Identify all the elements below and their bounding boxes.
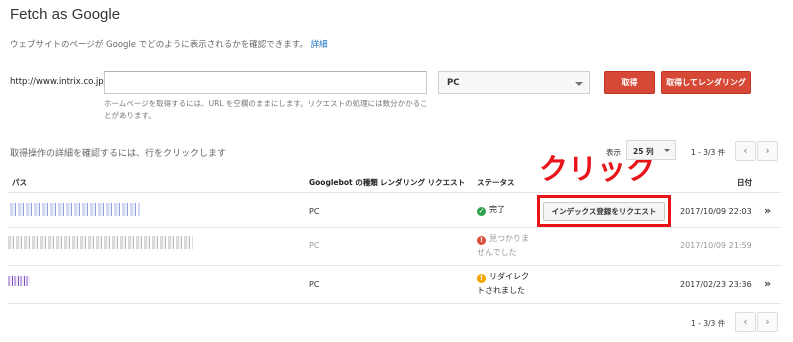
chevron-right-icon: ›	[765, 144, 770, 157]
page-size-select[interactable]: 25 列	[626, 140, 676, 160]
column-header-path: パス	[12, 178, 27, 187]
next-page-button[interactable]: ›	[757, 312, 778, 332]
device-select-value: PC	[447, 78, 460, 88]
prev-page-button[interactable]: ‹	[735, 312, 756, 332]
next-page-button[interactable]: ›	[757, 141, 778, 161]
row-googlebot-type: PC	[309, 207, 320, 216]
header-divider	[8, 192, 781, 193]
chevron-down-icon	[575, 82, 583, 86]
row-divider	[8, 265, 781, 266]
prev-page-button[interactable]: ‹	[735, 141, 756, 161]
check-circle-icon: ✓	[477, 207, 486, 216]
row-status: ✓ 完了	[477, 203, 505, 217]
details-link[interactable]: 詳細	[311, 40, 328, 50]
row-status-text-line1: リダイレク	[489, 272, 529, 281]
show-label: 表示	[606, 148, 621, 157]
row-status-text: 完了	[489, 205, 505, 214]
row-date: 2017/02/23 23:36	[680, 280, 752, 289]
fetch-and-render-button[interactable]: 取得してレンダリング	[661, 71, 751, 94]
chevron-right-icon: ›	[765, 315, 770, 328]
error-circle-icon: !	[477, 236, 486, 245]
url-hint: ホームページを取得するには、URL を空欄のままにします。リクエストの処理には数…	[104, 99, 428, 120]
chevron-left-icon: ‹	[743, 144, 748, 157]
chevron-left-icon: ‹	[743, 315, 748, 328]
blurred-path	[8, 276, 30, 286]
description-text: ウェブサイトのページが Google でどのように表示されるかを確認できます。	[10, 40, 308, 50]
page-title: Fetch as Google	[10, 6, 121, 23]
column-header-rendering: レンダリング リクエスト	[380, 178, 466, 187]
device-select[interactable]: PC	[438, 71, 590, 94]
blurred-path	[8, 236, 193, 249]
row-googlebot-type: PC	[309, 241, 320, 250]
page-size-value: 25 列	[633, 147, 654, 156]
history-hint: 取得操作の詳細を確認するには、行をクリックします	[10, 149, 227, 159]
warning-circle-icon: !	[477, 274, 486, 283]
row-date: 2017/10/09 22:03	[680, 207, 752, 216]
blurred-path	[10, 203, 140, 216]
row-divider	[8, 227, 781, 228]
page-description: ウェブサイトのページが Google でどのように表示されるかを確認できます。 …	[10, 38, 328, 50]
row-status-text-line2: せんでした	[477, 248, 517, 257]
column-header-status: ステータス	[477, 178, 515, 187]
url-prefix: http://www.intrix.co.jp/	[10, 77, 107, 87]
url-path-input[interactable]	[104, 71, 427, 94]
double-chevron-right-icon[interactable]: »	[764, 204, 771, 217]
fetch-button[interactable]: 取得	[604, 71, 655, 94]
highlight-box	[537, 195, 671, 227]
row-status-text-line1: 見つかりま	[489, 234, 529, 243]
row-status: ! リダイレク トされました	[477, 270, 529, 298]
double-chevron-right-icon[interactable]: »	[764, 277, 771, 290]
row-date: 2017/10/09 21:59	[680, 241, 752, 250]
pager-range-top: 1 - 3/3 件	[691, 148, 726, 157]
chevron-down-icon	[664, 149, 670, 152]
row-status-text-line2: トされました	[477, 286, 525, 295]
row-divider	[8, 303, 781, 304]
row-status: ! 見つかりま せんでした	[477, 232, 529, 260]
column-header-googlebot-type: Googlebot の種類	[309, 178, 378, 187]
pager-range-bottom: 1 - 3/3 件	[691, 319, 726, 328]
column-header-date: 日付	[737, 178, 752, 187]
row-googlebot-type: PC	[309, 280, 320, 289]
